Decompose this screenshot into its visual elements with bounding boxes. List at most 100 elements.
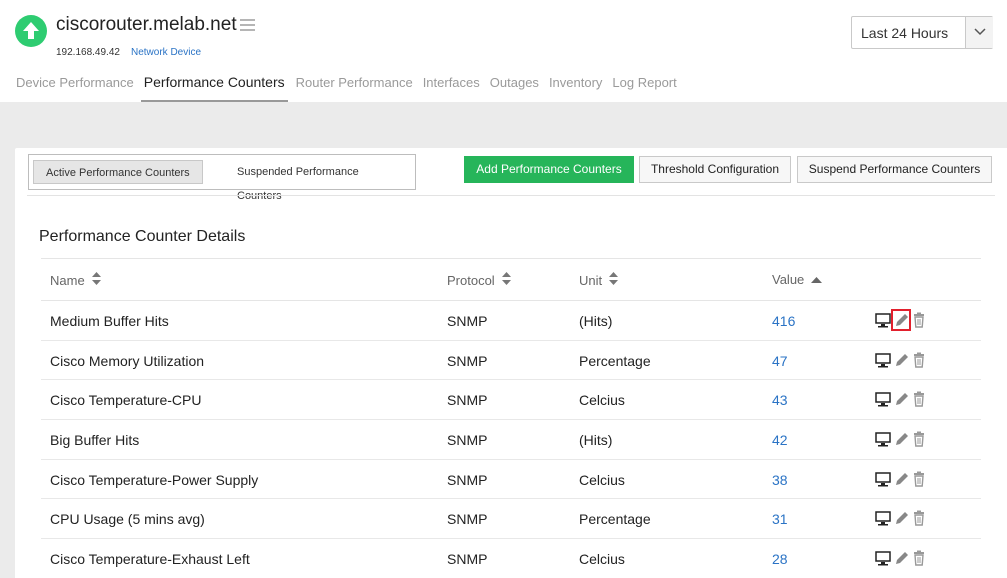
- table-row: Medium Buffer Hits SNMP (Hits) 416: [41, 301, 981, 341]
- column-label: Value: [772, 272, 805, 287]
- column-label: Protocol: [447, 272, 495, 288]
- divider: [27, 195, 995, 196]
- tab-log-report[interactable]: Log Report: [612, 75, 676, 102]
- counter-value-link[interactable]: 28: [772, 551, 788, 567]
- counter-value-link[interactable]: 416: [772, 313, 795, 329]
- device-ip: 192.168.49.42: [56, 47, 120, 58]
- tab-interfaces[interactable]: Interfaces: [423, 75, 480, 102]
- table-row: Cisco Temperature-Exhaust Left SNMP Celc…: [41, 539, 981, 578]
- add-counters-button[interactable]: Add Performance Counters: [464, 156, 634, 183]
- row-actions: [875, 309, 955, 331]
- trash-icon[interactable]: [911, 391, 927, 408]
- counter-value-link[interactable]: 42: [772, 432, 788, 448]
- counter-value-link[interactable]: 31: [772, 511, 788, 527]
- active-counters-toggle[interactable]: Active Performance Counters: [33, 160, 203, 184]
- table-row: CPU Usage (5 mins avg) SNMP Percentage 3…: [41, 499, 981, 540]
- row-actions: [875, 391, 955, 409]
- edit-pencil-icon[interactable]: [894, 550, 910, 566]
- tab-router-performance[interactable]: Router Performance: [296, 75, 413, 102]
- counter-name: Medium Buffer Hits: [50, 313, 169, 329]
- counter-name: Cisco Memory Utilization: [50, 352, 205, 369]
- column-label: Name: [50, 272, 85, 288]
- column-label: Unit: [579, 272, 603, 288]
- edit-highlight-box: [891, 309, 911, 331]
- column-header-name[interactable]: Name: [50, 272, 101, 288]
- chevron-down-icon[interactable]: [965, 17, 993, 48]
- counter-protocol: SNMP: [447, 471, 488, 488]
- counter-name: Big Buffer Hits: [50, 432, 140, 449]
- counter-name: Cisco Temperature-Exhaust Left: [50, 551, 250, 568]
- row-actions: [875, 510, 955, 528]
- counter-protocol: SNMP: [447, 313, 488, 329]
- table-header: Name Protocol Unit Value: [41, 258, 981, 301]
- table-row: Big Buffer Hits SNMP (Hits) 42: [41, 420, 981, 460]
- monitor-icon[interactable]: [875, 312, 891, 328]
- sort-icon[interactable]: [91, 272, 101, 288]
- menu-icon[interactable]: [240, 19, 255, 31]
- monitor-icon[interactable]: [875, 431, 891, 447]
- counter-unit: Percentage: [579, 352, 651, 369]
- sort-icon[interactable]: [501, 272, 511, 288]
- counters-table: Name Protocol Unit Value Medium Buffer H…: [41, 258, 981, 578]
- counter-value-link[interactable]: 47: [772, 353, 788, 369]
- edit-pencil-icon[interactable]: [894, 510, 910, 526]
- edit-pencil-icon[interactable]: [894, 391, 910, 407]
- monitor-icon[interactable]: [875, 550, 891, 566]
- row-actions: [875, 352, 955, 370]
- device-name: ciscorouter.melab.net: [56, 14, 237, 35]
- table-row: Cisco Temperature-CPU SNMP Celcius 43: [41, 380, 981, 421]
- tab-outages[interactable]: Outages: [490, 75, 539, 102]
- monitor-icon[interactable]: [875, 391, 891, 407]
- counter-unit: Percentage: [579, 511, 651, 528]
- table-row: Cisco Memory Utilization SNMP Percentage…: [41, 341, 981, 381]
- counter-protocol: SNMP: [447, 352, 488, 369]
- counter-name: Cisco Temperature-Power Supply: [50, 471, 259, 488]
- table-row: Cisco Temperature-Power Supply SNMP Celc…: [41, 460, 981, 500]
- column-header-unit[interactable]: Unit: [579, 272, 619, 288]
- trash-icon[interactable]: [911, 352, 927, 368]
- counter-unit: Celcius: [579, 551, 625, 568]
- monitor-icon[interactable]: [875, 471, 891, 487]
- suspend-counters-button[interactable]: Suspend Performance Counters: [797, 156, 992, 183]
- trash-icon[interactable]: [911, 550, 927, 566]
- counter-protocol: SNMP: [447, 392, 488, 409]
- tab-device-performance[interactable]: Device Performance: [16, 75, 134, 102]
- trash-icon[interactable]: [911, 312, 927, 328]
- performance-counters-panel: Active Performance Counters Suspended Pe…: [15, 148, 1007, 578]
- page-header: ciscorouter.melab.net 192.168.49.42 Netw…: [0, 0, 1007, 102]
- threshold-config-button[interactable]: Threshold Configuration: [639, 156, 791, 183]
- counter-name: Cisco Temperature-CPU: [50, 392, 202, 409]
- time-range-value: Last 24 Hours: [861, 25, 949, 41]
- tab-bar: Device Performance Performance Counters …: [16, 75, 687, 102]
- counter-protocol: SNMP: [447, 511, 488, 528]
- row-actions: [875, 431, 955, 449]
- counter-value-link[interactable]: 43: [772, 392, 788, 408]
- monitor-icon[interactable]: [875, 510, 891, 526]
- sort-icon[interactable]: [609, 272, 619, 288]
- tab-inventory[interactable]: Inventory: [549, 75, 602, 102]
- column-header-value[interactable]: Value: [772, 272, 823, 287]
- counter-unit: (Hits): [579, 313, 613, 329]
- monitor-icon[interactable]: [875, 352, 891, 368]
- time-range-select[interactable]: Last 24 Hours: [851, 16, 993, 49]
- suspended-counters-toggle[interactable]: Suspended Performance Counters: [225, 160, 415, 202]
- trash-icon[interactable]: [911, 431, 927, 447]
- counter-unit: Celcius: [579, 471, 625, 488]
- trash-icon[interactable]: [911, 471, 927, 487]
- edit-pencil-icon[interactable]: [894, 352, 910, 368]
- edit-pencil-icon[interactable]: [894, 431, 910, 447]
- table-body: Medium Buffer Hits SNMP (Hits) 416 Cisco…: [41, 301, 981, 578]
- trash-icon[interactable]: [911, 510, 927, 527]
- counter-value-link[interactable]: 38: [772, 472, 788, 488]
- counter-protocol: SNMP: [447, 432, 488, 449]
- edit-pencil-icon[interactable]: [894, 471, 910, 487]
- counter-status-toggle: Active Performance Counters Suspended Pe…: [28, 154, 416, 202]
- counter-unit: (Hits): [579, 432, 613, 449]
- sort-ascending-icon[interactable]: [811, 272, 823, 287]
- device-type-link[interactable]: Network Device: [131, 47, 201, 58]
- row-actions: [875, 471, 955, 489]
- section-title: Performance Counter Details: [39, 228, 246, 245]
- row-actions: [875, 550, 955, 568]
- tab-performance-counters[interactable]: Performance Counters: [140, 75, 288, 102]
- column-header-protocol[interactable]: Protocol: [447, 272, 511, 288]
